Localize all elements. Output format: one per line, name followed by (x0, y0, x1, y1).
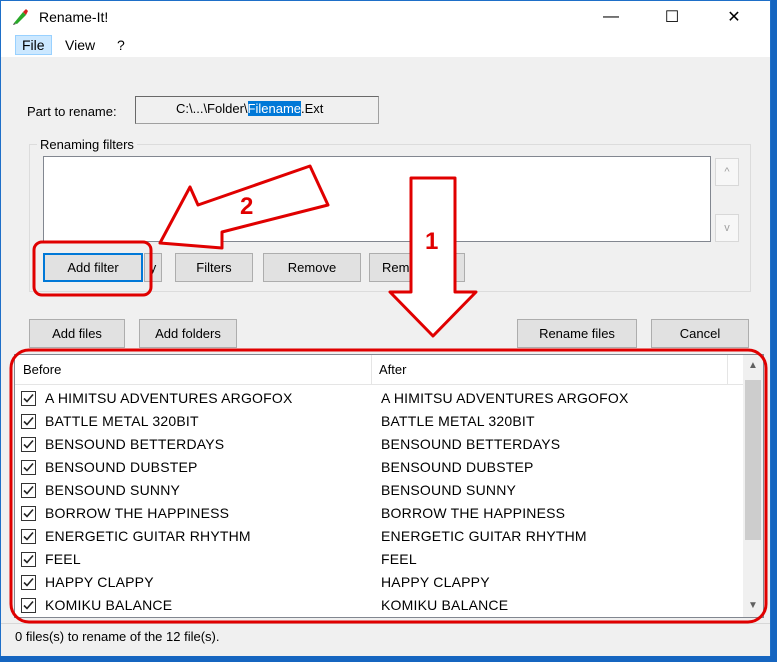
after-filename: BENSOUND DUBSTEP (381, 459, 534, 475)
row-checkbox[interactable] (21, 598, 36, 613)
edit-filter-button[interactable]: y (144, 253, 162, 282)
checkmark-icon (23, 462, 34, 472)
title-bar[interactable]: Rename-It! — ☐ ✕ (1, 1, 770, 33)
row-checkbox[interactable] (21, 552, 36, 567)
menu-help[interactable]: ? (111, 35, 131, 55)
table-row[interactable]: BATTLE METAL 320BIT BATTLE METAL 320BIT (15, 411, 743, 434)
row-checkbox[interactable] (21, 391, 36, 406)
file-list[interactable]: Before After A HIMITSU ADVENTURES ARGOFO… (14, 354, 764, 618)
callout-number-2: 2 (240, 193, 254, 220)
add-files-button[interactable]: Add files (29, 319, 125, 348)
checkmark-icon (23, 485, 34, 495)
cancel-button[interactable]: Cancel (651, 319, 749, 348)
filter-scroll-up-button[interactable]: ^ (715, 158, 739, 186)
renaming-filters-label: Renaming filters (37, 137, 137, 152)
remove-button[interactable]: Remove (263, 253, 361, 282)
scrollbar-thumb[interactable] (745, 380, 761, 540)
table-row[interactable]: FEEL FEEL (15, 549, 743, 572)
before-filename: KOMIKU BALANCE (45, 597, 173, 613)
before-filename: A HIMITSU ADVENTURES ARGOFOX (45, 390, 293, 406)
window-title: Rename-It! (39, 9, 109, 25)
scroll-down-arrow-icon[interactable]: ▼ (743, 595, 763, 615)
table-row[interactable]: A HIMITSU ADVENTURES ARGOFOX A HIMITSU AD… (15, 388, 743, 411)
checkmark-icon (23, 508, 34, 518)
app-icon (13, 9, 28, 25)
after-filename: ENERGETIC GUITAR RHYTHM (381, 528, 587, 544)
after-filename: A HIMITSU ADVENTURES ARGOFOX (381, 390, 629, 406)
before-filename: BENSOUND SUNNY (45, 482, 181, 498)
part-to-rename-field[interactable]: C:\...\Folder\Filename.Ext (135, 96, 379, 124)
filters-button[interactable]: Filters (175, 253, 253, 282)
column-header-before[interactable]: Before (21, 355, 61, 385)
path-highlight: Filename (247, 101, 301, 116)
table-row[interactable]: ENERGETIC GUITAR RHYTHM ENERGETIC GUITAR … (15, 526, 743, 549)
checkmark-icon (23, 554, 34, 564)
part-to-rename-label: Part to rename: (27, 104, 117, 119)
row-checkbox[interactable] (21, 437, 36, 452)
scroll-up-arrow-icon[interactable]: ▲ (743, 355, 763, 375)
checkmark-icon (23, 439, 34, 449)
before-filename: BENSOUND BETTERDAYS (45, 436, 225, 452)
before-filename: BENSOUND DUBSTEP (45, 459, 198, 475)
table-row[interactable]: BENSOUND SUNNY BENSOUND SUNNY (15, 480, 743, 503)
maximize-button[interactable]: ☐ (649, 1, 695, 33)
row-checkbox[interactable] (21, 414, 36, 429)
file-list-scrollbar[interactable]: ▲ ▼ (743, 355, 763, 617)
file-list-header: Before After (15, 355, 743, 385)
after-filename: BENSOUND BETTERDAYS (381, 436, 561, 452)
row-checkbox[interactable] (21, 483, 36, 498)
row-checkbox[interactable] (21, 575, 36, 590)
remove-all-button[interactable]: Rem (369, 253, 465, 282)
after-filename: FEEL (381, 551, 417, 567)
checkmark-icon (23, 416, 34, 426)
add-filter-button[interactable]: Add filter (43, 253, 143, 282)
status-text: 0 files(s) to rename of the 12 file(s). (15, 629, 220, 644)
before-filename: BATTLE METAL 320BIT (45, 413, 199, 429)
row-checkbox[interactable] (21, 506, 36, 521)
after-filename: KOMIKU BALANCE (381, 597, 509, 613)
table-row[interactable]: BENSOUND DUBSTEP BENSOUND DUBSTEP (15, 457, 743, 480)
minimize-button[interactable]: — (588, 1, 634, 33)
table-row[interactable]: BORROW THE HAPPINESS BORROW THE HAPPINESS (15, 503, 743, 526)
checkmark-icon (23, 577, 34, 587)
after-filename: BORROW THE HAPPINESS (381, 505, 566, 521)
before-filename: FEEL (45, 551, 81, 567)
menu-bar: File View ? (1, 33, 770, 57)
callout-number-1: 1 (425, 228, 439, 255)
add-folders-button[interactable]: Add folders (139, 319, 237, 348)
rename-it-window: Rename-It! — ☐ ✕ File View ? Part to ren… (0, 0, 771, 656)
column-separator[interactable] (371, 355, 372, 385)
before-filename: HAPPY CLAPPY (45, 574, 154, 590)
table-row[interactable]: BENSOUND BETTERDAYS BENSOUND BETTERDAYS (15, 434, 743, 457)
checkmark-icon (23, 600, 34, 610)
table-row[interactable]: KOMIKU BALANCE KOMIKU BALANCE (15, 595, 743, 617)
filter-scroll-down-button[interactable]: v (715, 214, 739, 242)
path-prefix: C:\...\Folder\ (176, 101, 248, 116)
checkmark-icon (23, 393, 34, 403)
before-filename: BORROW THE HAPPINESS (45, 505, 230, 521)
before-filename: ENERGETIC GUITAR RHYTHM (45, 528, 251, 544)
row-checkbox[interactable] (21, 529, 36, 544)
checkmark-icon (23, 531, 34, 541)
row-checkbox[interactable] (21, 460, 36, 475)
close-button[interactable]: ✕ (711, 1, 757, 33)
path-suffix: .Ext (301, 101, 324, 116)
status-bar: 0 files(s) to rename of the 12 file(s). (1, 623, 770, 656)
column-separator[interactable] (727, 355, 728, 385)
after-filename: HAPPY CLAPPY (381, 574, 490, 590)
menu-file[interactable]: File (15, 35, 52, 55)
after-filename: BENSOUND SUNNY (381, 482, 517, 498)
rename-files-button[interactable]: Rename files (517, 319, 637, 348)
column-header-after[interactable]: After (377, 355, 406, 385)
table-row[interactable]: HAPPY CLAPPY HAPPY CLAPPY (15, 572, 743, 595)
filters-list[interactable] (43, 156, 711, 242)
menu-view[interactable]: View (59, 35, 101, 55)
after-filename: BATTLE METAL 320BIT (381, 413, 535, 429)
